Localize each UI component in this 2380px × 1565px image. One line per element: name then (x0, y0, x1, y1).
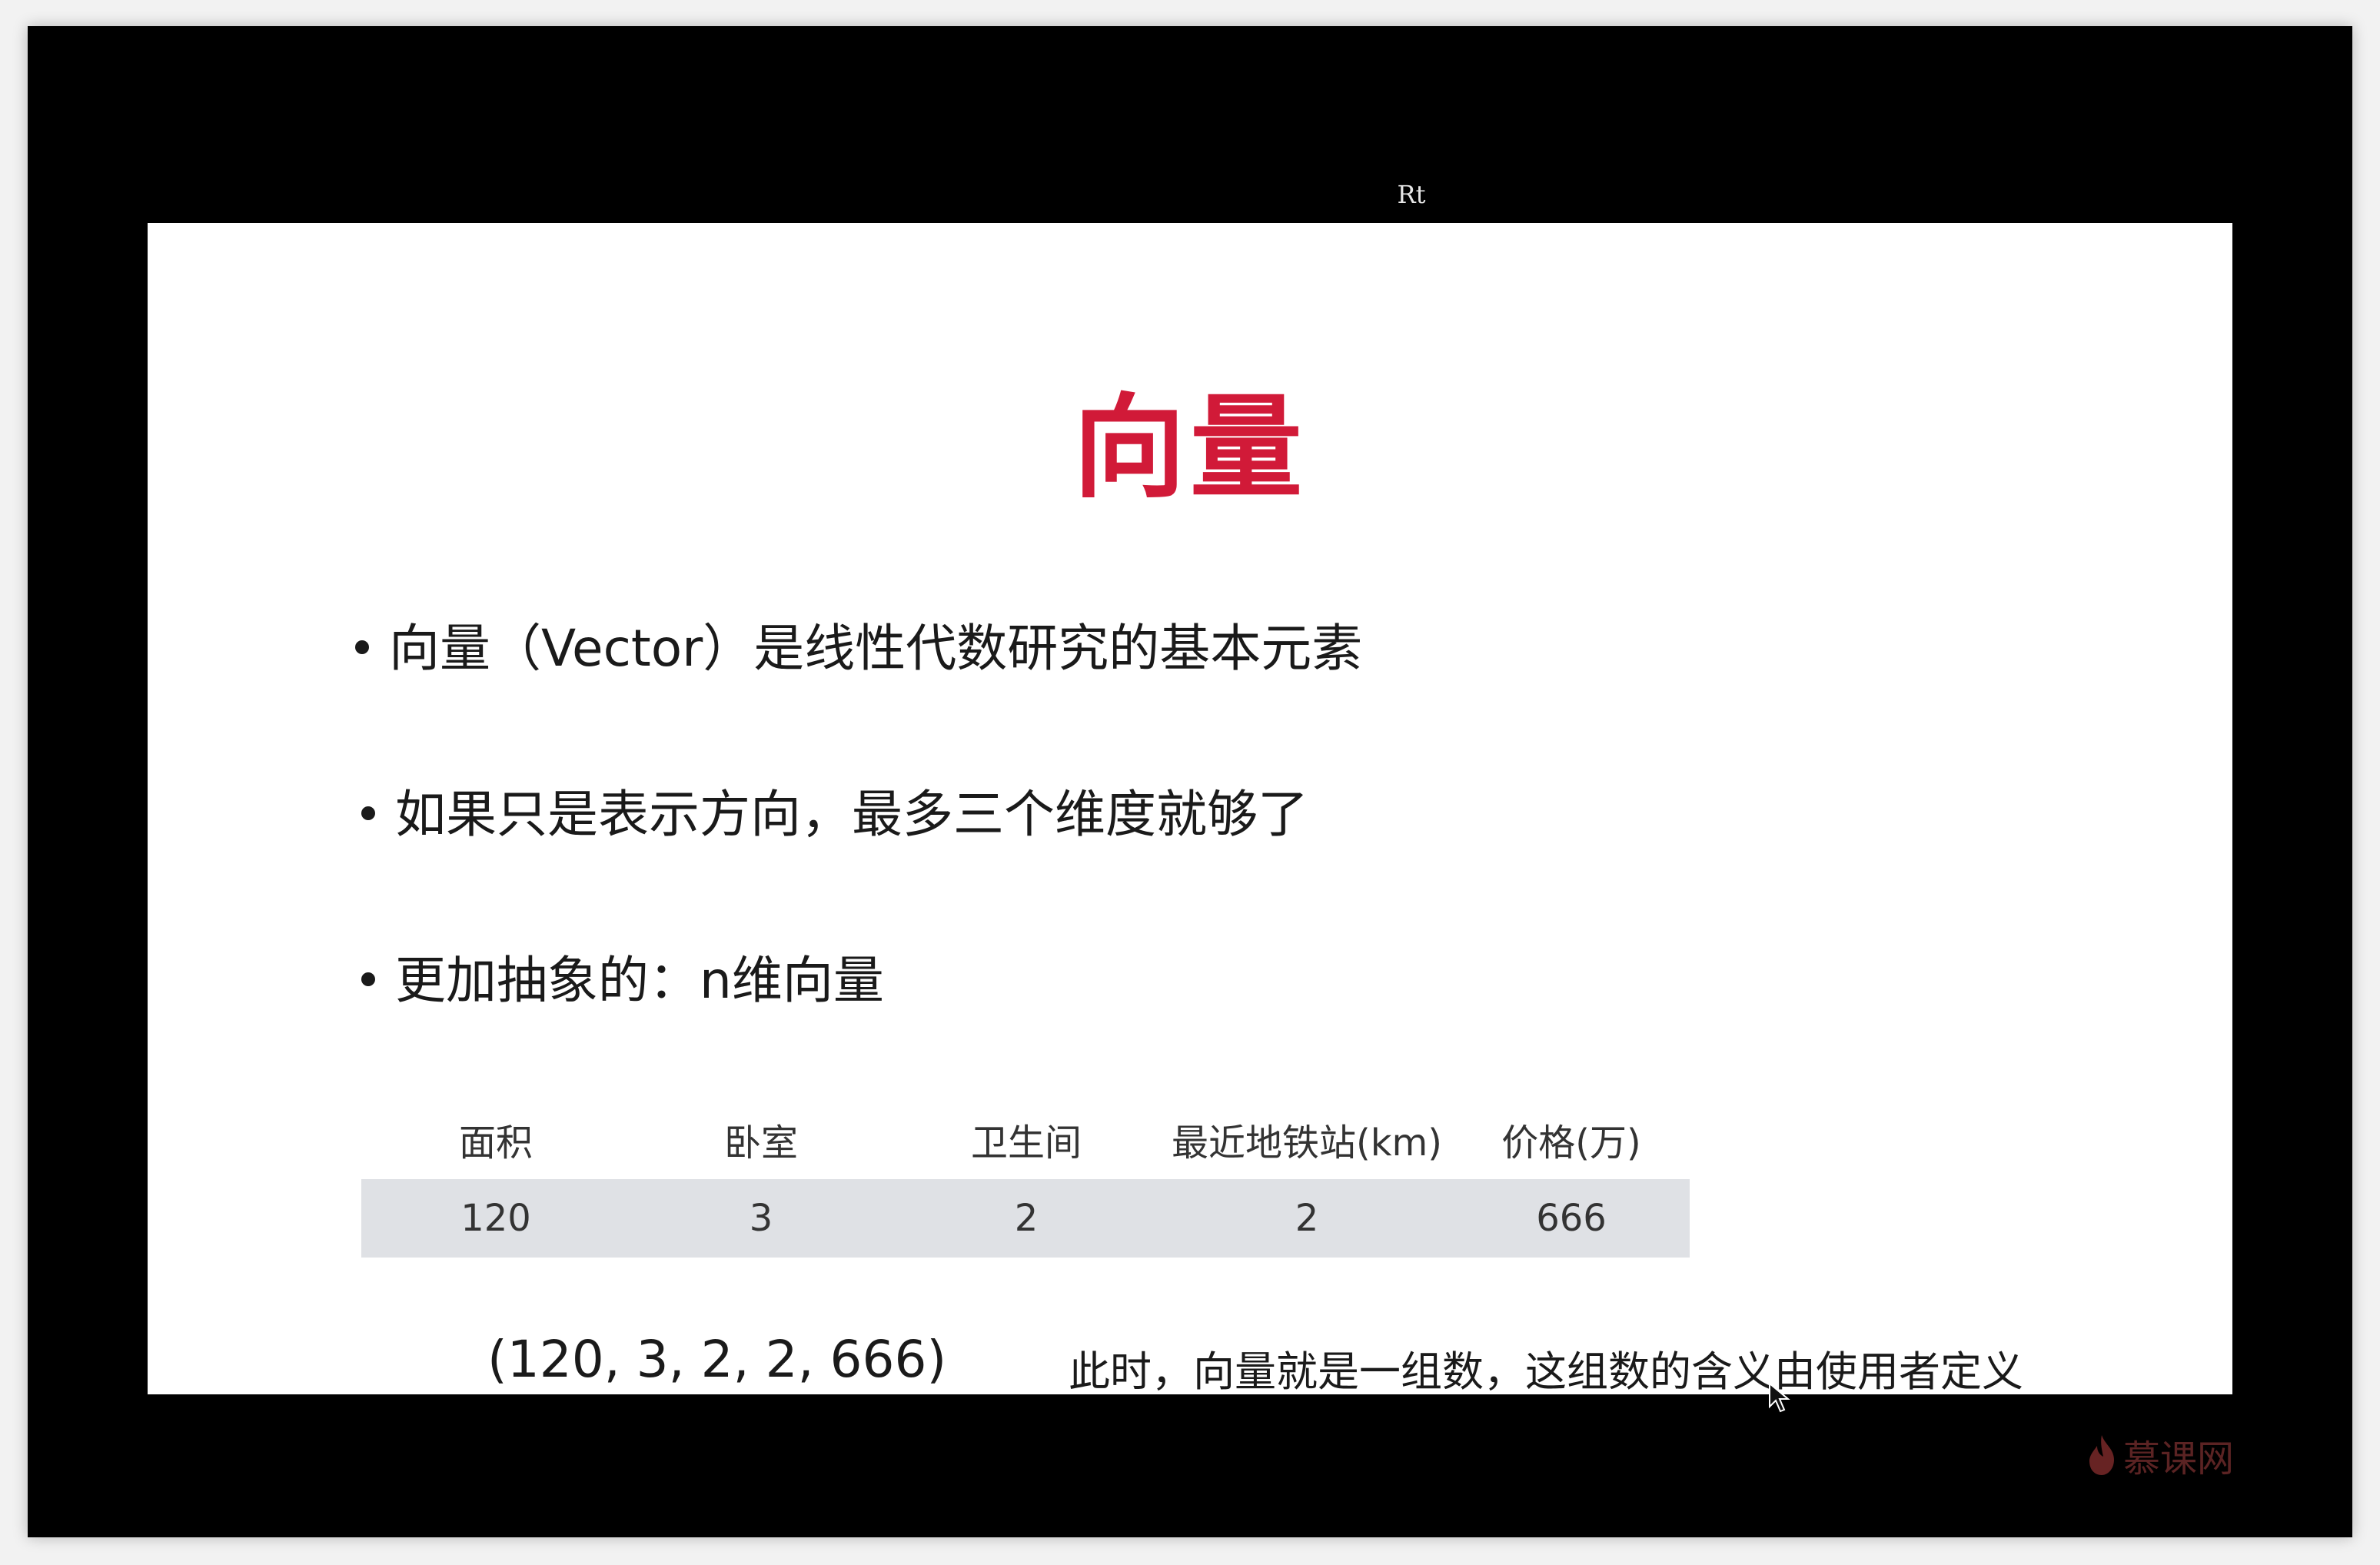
vector-note: 此时，向量就是一组数，这组数的含义由使用者定义 (1069, 1347, 2023, 1394)
slide: 向量 向量（Vector）是线性代数研究的基本元素 如果只是表示方向，最多三个维… (148, 223, 2232, 1394)
flame-icon (2089, 1435, 2114, 1475)
table-header-cell: 最近地铁站(km) (1171, 1121, 1442, 1165)
bullet-text: 更加抽象的：n维向量 (395, 951, 884, 1010)
table-header-cell: 面积 (458, 1121, 533, 1165)
table-cell: 3 (749, 1197, 773, 1240)
bullet-item: 更加抽象的：n维向量 (361, 939, 884, 1013)
bullet-text: 向量（Vector）是线性代数研究的基本元素 (389, 619, 1363, 678)
table-row: 120 3 2 2 666 (361, 1179, 1690, 1258)
table-cell: 120 (460, 1197, 531, 1240)
bullet-text: 如果只是表示方向，最多三个维度就够了 (395, 785, 1308, 844)
slide-title: 向量 (1073, 383, 1307, 513)
table-header-cell: 卫生间 (970, 1121, 1082, 1165)
bullet-dot (355, 640, 369, 654)
bullet-dot (361, 806, 375, 820)
bullet-item: 如果只是表示方向，最多三个维度就够了 (361, 773, 1308, 847)
bullet-item: 向量（Vector）是线性代数研究的基本元素 (355, 607, 1362, 681)
table-cell: 666 (1536, 1197, 1607, 1240)
watermark: 慕课网 (2085, 1428, 2234, 1482)
table-header-cell: 价格(万) (1501, 1121, 1641, 1165)
watermark-text: 慕课网 (2123, 1437, 2235, 1480)
table-header-row: 面积 卧室 卫生间 最近地铁站(km) 价格(万) (361, 1099, 1690, 1179)
vector-expression: (120, 3, 2, 2, 666) (487, 1330, 947, 1389)
feature-table: 面积 卧室 卫生间 最近地铁站(km) 价格(万) 120 3 2 2 666 (361, 1099, 1690, 1258)
bullet-dot (361, 972, 375, 986)
table-header-cell: 卧室 (723, 1121, 798, 1165)
table-cell: 2 (1014, 1197, 1039, 1240)
table-cell: 2 (1295, 1197, 1319, 1240)
video-frame: Rt 向量 向量（Vector）是线性代数研究的基本元素 如果只是表示方向，最多… (28, 26, 2352, 1537)
top-label: Rt (1397, 180, 1426, 209)
mouse-pointer-icon (1769, 1382, 1790, 1413)
